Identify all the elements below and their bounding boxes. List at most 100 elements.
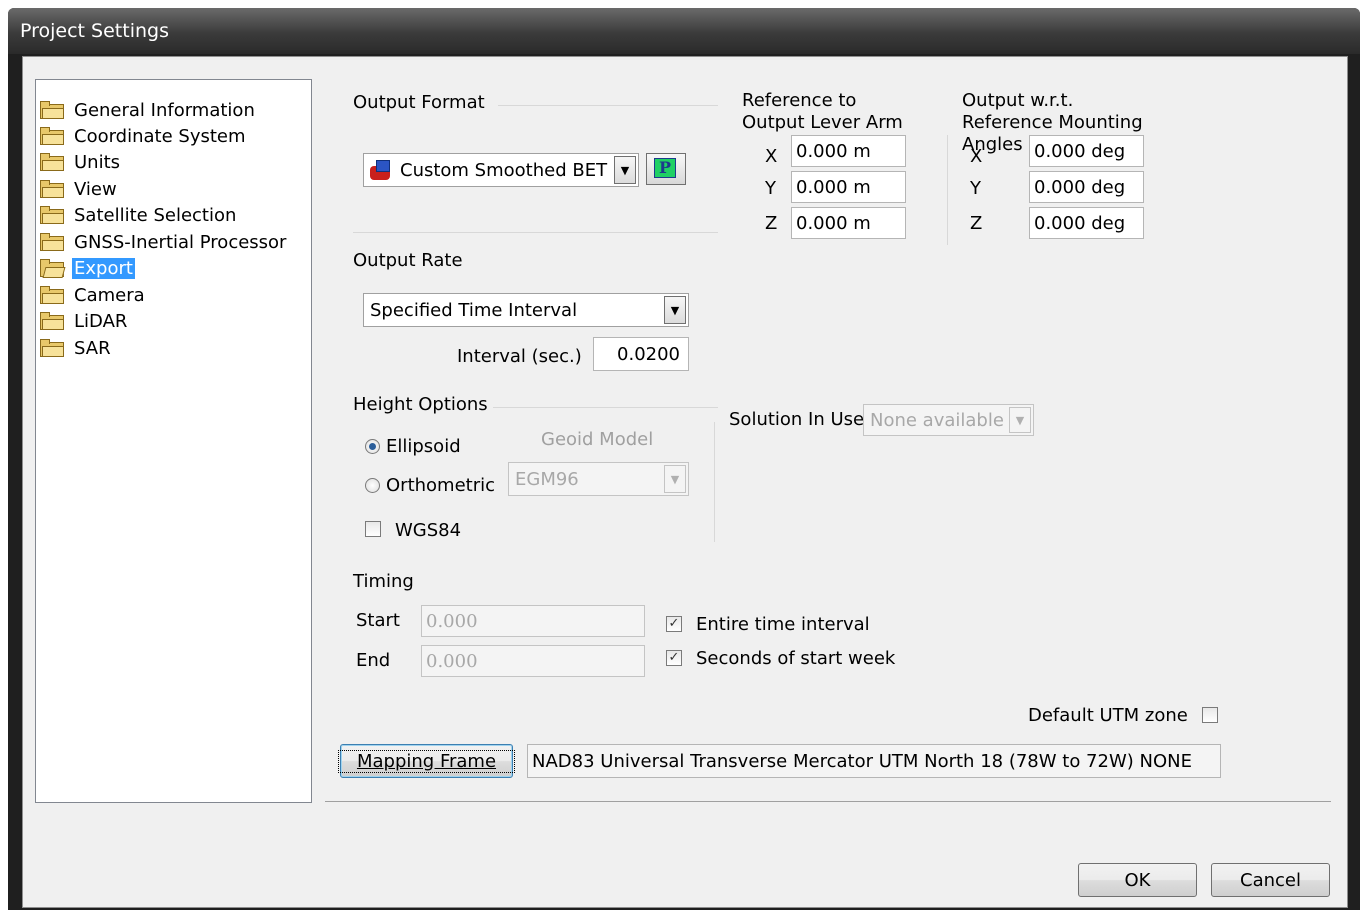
group-divider (493, 407, 718, 408)
folder-icon (40, 286, 64, 304)
tree-item-coordinate-system[interactable]: Coordinate System (40, 124, 248, 148)
tree-item-export[interactable]: Export (40, 256, 135, 280)
tree-item-label: GNSS-Inertial Processor (74, 231, 287, 253)
geoid-model-value: EGM96 (515, 468, 579, 490)
tree-item-label: View (74, 178, 117, 200)
output-format-select[interactable]: Custom Smoothed BET ▼ (363, 153, 639, 187)
interval-label: Interval (sec.) (457, 346, 582, 367)
seconds-of-start-week-label: Seconds of start week (696, 648, 896, 669)
folder-icon (40, 233, 64, 251)
export-format-icon (370, 160, 392, 180)
mapping-frame-button-label: Mapping Frame (337, 749, 516, 773)
height-options-heading: Height Options (353, 394, 488, 415)
mounting-y-label: Y (970, 178, 981, 199)
group-divider (714, 422, 715, 542)
tree-item-label: Coordinate System (74, 125, 246, 147)
panel-divider (325, 801, 1331, 802)
folder-icon (40, 153, 64, 171)
tree-item-label: Units (74, 151, 121, 173)
mounting-z-label: Z (970, 213, 983, 234)
folder-open-icon (40, 259, 66, 278)
output-format-heading: Output Format (353, 92, 485, 113)
end-time-input[interactable]: 0.000 (421, 645, 645, 677)
mounting-x-label: X (970, 146, 983, 167)
tree-item-label: Export (72, 257, 135, 279)
project-settings-window: Project Settings General Information Coo… (8, 8, 1360, 910)
start-time-input[interactable]: 0.000 (421, 605, 645, 637)
window-title: Project Settings (20, 20, 169, 42)
chevron-down-icon[interactable]: ▼ (664, 296, 686, 324)
ellipsoid-label: Ellipsoid (386, 436, 461, 457)
lever-arm-heading: Reference to Output Lever Arm (742, 90, 903, 133)
default-utm-zone-label: Default UTM zone (1028, 705, 1188, 726)
settings-tree: General Information Coordinate System Un… (35, 79, 312, 803)
title-bar[interactable]: Project Settings (8, 8, 1360, 54)
group-divider (353, 232, 718, 233)
chevron-down-icon[interactable]: ▼ (614, 156, 636, 184)
solution-in-use-value: None available (870, 409, 1004, 431)
lever-arm-y-input[interactable]: 0.000 m (791, 171, 906, 203)
folder-icon (40, 206, 64, 224)
solution-in-use-label: Solution In Use (729, 409, 865, 430)
chevron-down-icon[interactable]: ▼ (1009, 407, 1031, 433)
ellipsoid-radio[interactable] (365, 439, 380, 454)
p-edit-icon: P (654, 158, 676, 178)
tree-item-gnss-inertial-processor[interactable]: GNSS-Inertial Processor (40, 230, 288, 254)
output-rate-value: Specified Time Interval (370, 299, 578, 321)
folder-icon (40, 180, 64, 198)
output-rate-heading: Output Rate (353, 250, 463, 271)
lever-arm-z-input[interactable]: 0.000 m (791, 207, 906, 239)
group-divider (498, 105, 718, 106)
entire-time-interval-checkbox[interactable]: ✓ (666, 616, 682, 632)
tree-item-label: General Information (74, 99, 255, 121)
tree-item-lidar[interactable]: LiDAR (40, 309, 129, 333)
lever-arm-x-label: X (765, 146, 778, 167)
folder-icon (40, 312, 64, 330)
start-label: Start (356, 610, 400, 631)
interval-input[interactable]: 0.0200 (593, 337, 689, 371)
tree-item-general-information[interactable]: General Information (40, 98, 257, 122)
mounting-y-input[interactable]: 0.000 deg (1029, 171, 1144, 203)
folder-icon (40, 339, 64, 357)
tree-item-label: Satellite Selection (74, 204, 237, 226)
orthometric-radio[interactable] (365, 478, 380, 493)
mapping-frame-value: NAD83 Universal Transverse Mercator UTM … (527, 744, 1221, 778)
end-label: End (356, 650, 391, 671)
dialog-client-area: General Information Coordinate System Un… (22, 56, 1348, 908)
cancel-button[interactable]: Cancel (1211, 863, 1330, 897)
tree-item-sar[interactable]: SAR (40, 336, 113, 360)
group-divider (947, 135, 948, 245)
wgs84-label: WGS84 (395, 520, 462, 541)
tree-item-label: SAR (74, 337, 111, 359)
folder-icon (40, 101, 64, 119)
solution-in-use-select[interactable]: None available ▼ (863, 404, 1034, 436)
lever-arm-z-label: Z (765, 213, 778, 234)
output-rate-select[interactable]: Specified Time Interval ▼ (363, 293, 689, 327)
tree-item-camera[interactable]: Camera (40, 283, 147, 307)
default-utm-zone-checkbox[interactable] (1202, 707, 1218, 723)
tree-item-view[interactable]: View (40, 177, 119, 201)
geoid-model-select[interactable]: EGM96 ▼ (508, 462, 689, 496)
mapping-frame-button[interactable]: Mapping Frame (337, 744, 516, 778)
tree-item-satellite-selection[interactable]: Satellite Selection (40, 203, 238, 227)
tree-item-label: LiDAR (74, 310, 128, 332)
chevron-down-icon[interactable]: ▼ (664, 465, 686, 493)
output-format-edit-button[interactable]: P (646, 153, 686, 185)
entire-time-interval-label: Entire time interval (696, 614, 870, 635)
timing-heading: Timing (353, 571, 414, 592)
folder-icon (40, 127, 64, 145)
orthometric-label: Orthometric (386, 475, 496, 496)
output-format-value: Custom Smoothed BET (400, 159, 608, 181)
tree-item-units[interactable]: Units (40, 150, 122, 174)
cancel-button-label: Cancel (1240, 869, 1301, 891)
tree-item-label: Camera (74, 284, 145, 306)
seconds-of-start-week-checkbox[interactable]: ✓ (666, 650, 682, 666)
lever-arm-x-input[interactable]: 0.000 m (791, 135, 906, 167)
ok-button[interactable]: OK (1078, 863, 1197, 897)
lever-arm-y-label: Y (765, 178, 776, 199)
mounting-z-input[interactable]: 0.000 deg (1029, 207, 1144, 239)
ok-button-label: OK (1124, 869, 1151, 891)
mounting-x-input[interactable]: 0.000 deg (1029, 135, 1144, 167)
wgs84-checkbox[interactable] (365, 521, 381, 537)
geoid-model-label: Geoid Model (541, 429, 654, 450)
